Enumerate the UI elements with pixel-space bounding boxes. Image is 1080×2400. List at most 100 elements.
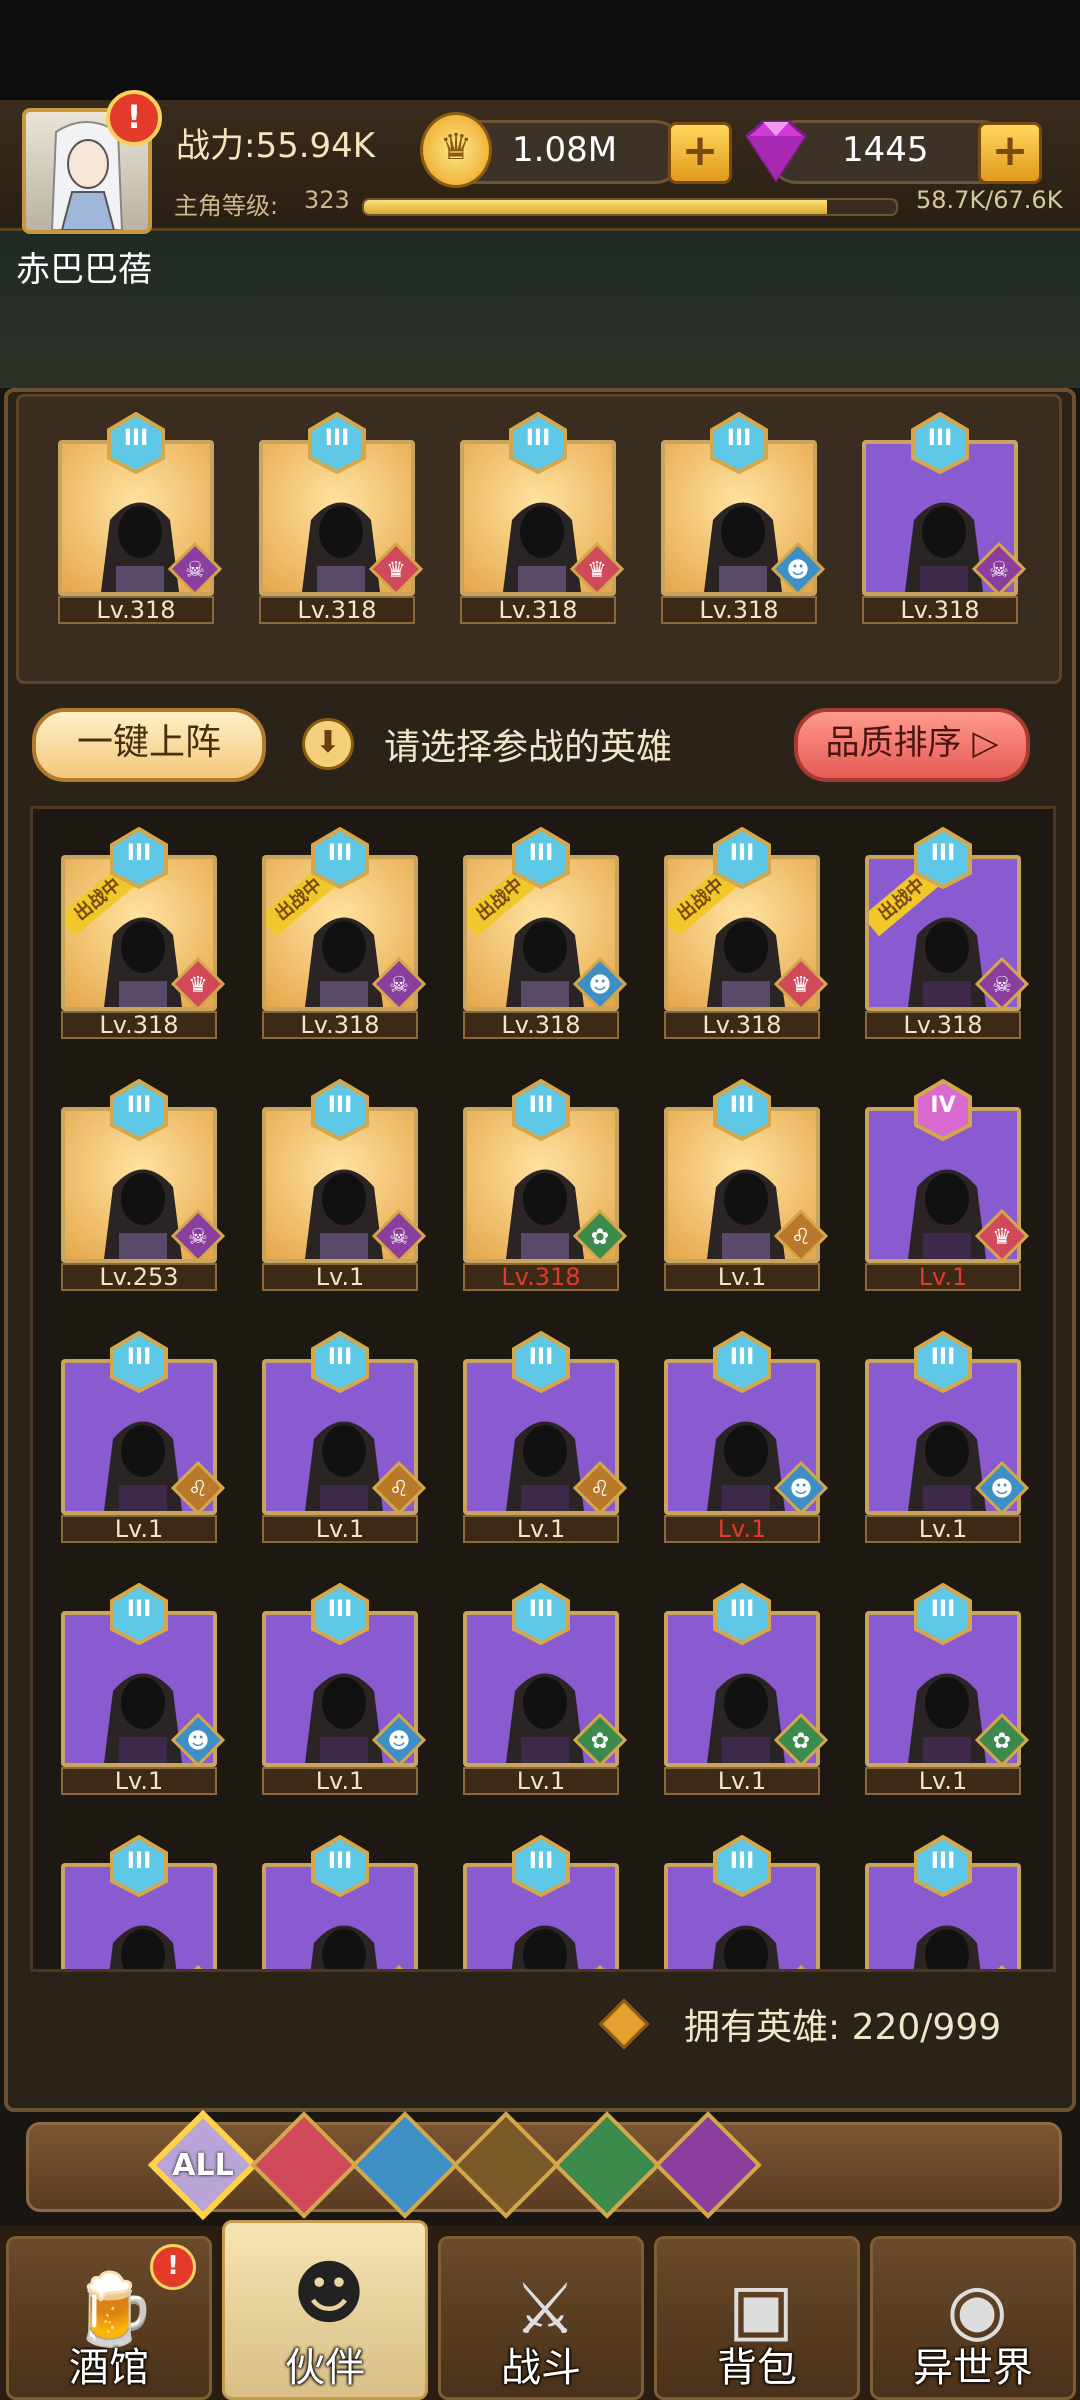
beast-faction-icon[interactable] — [451, 2110, 561, 2220]
hero-card[interactable]: III ♌ Lv.1 — [463, 1330, 628, 1543]
orc-faction-icon: ☠ — [371, 956, 427, 1012]
level-label: 主角等级: — [174, 192, 279, 220]
svg-text:♌: ♌ — [590, 1477, 610, 1502]
sea-faction-icon[interactable] — [350, 2110, 460, 2220]
hero-card[interactable]: III ✿ Lv.1 — [865, 1582, 1030, 1795]
hero-card[interactable]: 出战中 III ☠ Lv.318 — [262, 826, 427, 1039]
hero-card[interactable]: III ✿ Lv.1 — [463, 1582, 628, 1795]
partner-icon: ☻ — [292, 2252, 366, 2334]
svg-text:♛: ♛ — [587, 558, 607, 583]
rank-numeral: III — [126, 1849, 152, 1874]
gold-amount: 1.08M — [512, 130, 618, 170]
rank-numeral: III — [528, 1597, 554, 1622]
hero-level: Lv.318 — [664, 1011, 820, 1039]
svg-text:✿: ✿ — [993, 1729, 1011, 1754]
orc-faction-icon: ☠ — [971, 541, 1027, 597]
nav-battle[interactable]: ⚔ 战斗 — [438, 2236, 644, 2400]
quality-sort-button[interactable]: 品质排序 ▷ — [794, 708, 1030, 782]
hero-card[interactable]: III ☻ Lv.1 — [262, 1582, 427, 1795]
rank-badge-icon: III — [510, 1078, 572, 1142]
rank-numeral: III — [729, 1849, 755, 1874]
hero-card[interactable]: III ☻ Lv.1 — [865, 1330, 1030, 1543]
sort-arrow-icon: ▷ — [972, 723, 999, 763]
rank-numeral: III — [126, 1093, 152, 1118]
gem-icon — [735, 118, 817, 184]
xp-text: 58.7K/67.6K — [916, 186, 1063, 214]
hero-figure — [712, 1925, 780, 1969]
sea-faction-icon: ☻ — [773, 1460, 829, 1516]
hero-card[interactable]: III ☠ Lv.318 — [862, 411, 1027, 624]
svg-text:☻: ☻ — [187, 1729, 210, 1754]
rank-badge-icon: III — [711, 1834, 773, 1898]
hero-card[interactable]: III ☠ Lv.1 — [262, 1078, 427, 1291]
hero-card[interactable]: III☠ — [865, 1834, 1021, 1969]
hero-card[interactable]: III✿ — [61, 1834, 217, 1969]
hero-level: Lv.318 — [460, 596, 616, 624]
rank-numeral: III — [324, 426, 350, 451]
status-bar — [0, 0, 1080, 100]
rank-badge-icon: III — [510, 1582, 572, 1646]
nav-label: 战斗 — [501, 2345, 581, 2391]
svg-text:☻: ☻ — [589, 973, 612, 998]
filter-label: ALL — [172, 2148, 234, 2183]
hero-level: Lv.318 — [61, 1011, 217, 1039]
hero-card[interactable]: III ☠ Lv.318 — [58, 411, 223, 624]
hero-card[interactable]: III ☻ Lv.1 — [61, 1582, 226, 1795]
elf-faction-icon: ✿ — [572, 1208, 628, 1264]
rank-numeral: III — [525, 426, 551, 451]
rank-numeral: III — [528, 841, 554, 866]
nav-backpack[interactable]: ▣ 背包 — [654, 2236, 860, 2400]
hero-card[interactable]: III ✿ Lv.1 — [664, 1582, 829, 1795]
hero-card[interactable]: III ♛ Lv.318 — [259, 411, 424, 624]
hero-card[interactable]: III ☻ Lv.1 — [664, 1330, 829, 1543]
human-faction-icon[interactable] — [249, 2110, 359, 2220]
orc-faction-icon: ☠ — [170, 1208, 226, 1264]
rank-badge-icon: III — [108, 826, 170, 890]
hero-card[interactable]: III ☻ Lv.318 — [661, 411, 826, 624]
hero-card[interactable]: 出战中 III ♛ Lv.318 — [664, 826, 829, 1039]
sea-faction-icon: ☻ — [170, 1712, 226, 1768]
hero-card[interactable]: III✿ — [463, 1834, 619, 1969]
hero-card[interactable]: III✿ — [262, 1834, 418, 1969]
orc-faction-icon[interactable] — [653, 2110, 763, 2220]
svg-text:♛: ♛ — [188, 973, 208, 998]
nav-partner[interactable]: ☻ 伙伴 — [222, 2220, 428, 2400]
hero-level: Lv.1 — [262, 1767, 418, 1795]
hero-card[interactable]: III ☠ Lv.253 — [61, 1078, 226, 1291]
crown-coin-icon: ♛ — [420, 112, 492, 188]
svg-text:☠: ☠ — [188, 1225, 208, 1250]
rank-numeral: III — [726, 426, 752, 451]
hero-level: Lv.318 — [865, 1011, 1021, 1039]
hero-card[interactable]: IV ♛ Lv.1 — [865, 1078, 1030, 1291]
rank-numeral: III — [528, 1849, 554, 1874]
svg-text:♌: ♌ — [791, 1225, 811, 1250]
sea-faction-icon: ☻ — [770, 541, 826, 597]
rank-badge-icon: III — [711, 826, 773, 890]
elf-faction-icon[interactable] — [552, 2110, 662, 2220]
rank-numeral: III — [327, 1345, 353, 1370]
add-gold-button[interactable]: + — [668, 122, 732, 184]
hero-card[interactable]: 出战中 III ☠ Lv.318 — [865, 826, 1030, 1039]
hero-card[interactable]: III ♌ Lv.1 — [664, 1078, 829, 1291]
hero-card[interactable]: III ✿ Lv.318 — [463, 1078, 628, 1291]
hero-grid[interactable]: 出战中 III ♛ Lv.318 出战中 III ☠ Lv.318 出战中 III ☻ Lv.318 出… — [30, 806, 1056, 1972]
hero-card[interactable]: III ♌ Lv.1 — [262, 1330, 427, 1543]
hero-card[interactable]: III ♛ Lv.318 — [460, 411, 625, 624]
svg-text:☻: ☻ — [388, 1729, 411, 1754]
rank-badge-icon: IV — [912, 1078, 974, 1142]
hero-card[interactable]: III ♌ Lv.1 — [61, 1330, 226, 1543]
player-name: 赤巴巴蓓 — [16, 250, 152, 290]
add-gems-button[interactable]: + — [978, 122, 1042, 184]
nav-portal[interactable]: ◉ 异世界 — [870, 2236, 1076, 2400]
all-filter-icon[interactable]: ALL — [147, 2109, 259, 2221]
hero-card[interactable]: 出战中 III ♛ Lv.318 — [61, 826, 226, 1039]
rank-badge-icon: III — [507, 411, 569, 475]
rank-numeral: III — [126, 1597, 152, 1622]
hero-card[interactable]: III✿ — [664, 1834, 820, 1969]
rank-numeral: III — [930, 1345, 956, 1370]
rank-numeral: III — [123, 426, 149, 451]
hero-card[interactable]: 出战中 III ☻ Lv.318 — [463, 826, 628, 1039]
auto-deploy-button[interactable]: 一键上阵 — [32, 708, 266, 782]
hero-level: Lv.318 — [463, 1263, 619, 1291]
nav-label: 伙伴 — [285, 2345, 365, 2391]
